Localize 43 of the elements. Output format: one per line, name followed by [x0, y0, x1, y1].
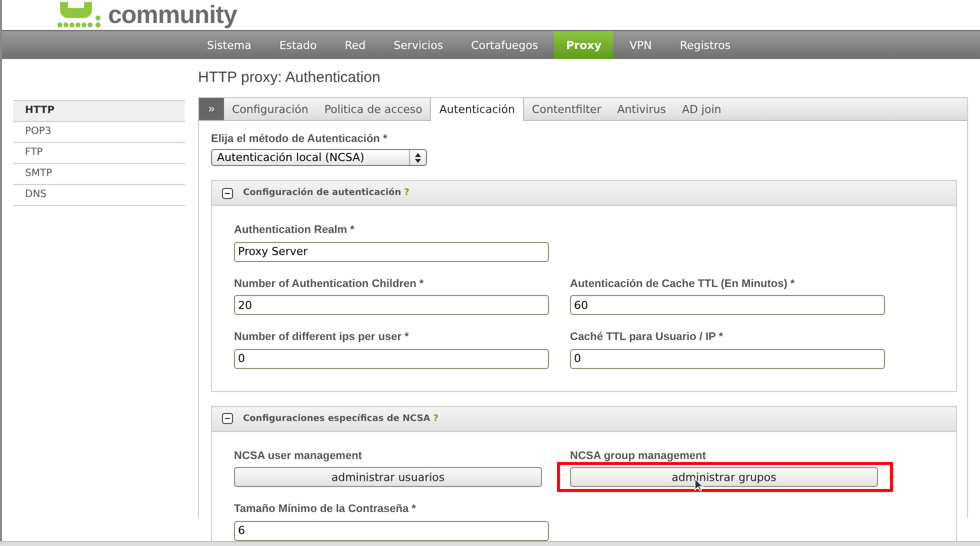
- field-label: Number of different ips per user *: [234, 331, 410, 343]
- tab[interactable]: Politica de acceso: [316, 98, 430, 120]
- toggle-button[interactable]: »: [199, 98, 224, 120]
- method-dropdown[interactable]: Autenticación local (NCSA): [211, 149, 427, 166]
- logo-text: community: [108, 1, 237, 30]
- action-button[interactable]: administrar grupos: [570, 467, 878, 487]
- section-title: Configuración de autenticación: [243, 188, 402, 198]
- tab[interactable]: Autenticación: [430, 98, 524, 121]
- field-label: NCSA group management: [570, 450, 707, 462]
- sidebar-item[interactable]: SMTP: [13, 164, 185, 185]
- action-button[interactable]: administrar usuarios: [234, 467, 542, 487]
- nav-item[interactable]: Registros: [668, 31, 743, 59]
- section-title: Configuraciones específicas de NCSA: [243, 414, 430, 424]
- nav-item[interactable]: Cortafuegos: [459, 31, 550, 59]
- tab[interactable]: Contentfilter: [524, 98, 610, 120]
- field-label: Tamaño Mínimo de la Contraseña *: [234, 503, 417, 515]
- collapse-icon[interactable]: [222, 188, 233, 198]
- sidebar-item[interactable]: HTTP: [13, 100, 185, 122]
- text-field[interactable]: 6: [234, 520, 549, 540]
- nav-item[interactable]: Sistema: [195, 31, 264, 59]
- tab[interactable]: Configuración: [224, 98, 316, 120]
- sidebar-item[interactable]: DNS: [13, 185, 185, 206]
- text-field[interactable]: 0: [234, 348, 549, 368]
- sidebar-item[interactable]: FTP: [13, 143, 185, 164]
- nav-item[interactable]: VPN: [617, 31, 664, 59]
- nav-item[interactable]: Estado: [267, 31, 329, 59]
- field-label: Autenticación de Cache TTL (En Minutos) *: [570, 278, 796, 290]
- text-field[interactable]: Proxy Server: [234, 242, 549, 262]
- text-field[interactable]: 0: [570, 348, 885, 368]
- field-label: Caché TTL para Usuario / IP *: [570, 331, 724, 343]
- field-label: NCSA user management: [234, 450, 363, 462]
- nav-item[interactable]: Servicios: [382, 31, 456, 59]
- nav-item[interactable]: Red: [332, 31, 378, 59]
- page-title: HTTP proxy: Authentication: [198, 68, 382, 88]
- field-label: Authentication Realm *: [234, 224, 356, 236]
- text-field[interactable]: 20: [234, 295, 549, 315]
- sidebar-item[interactable]: POP3: [13, 122, 185, 143]
- field-label: Elija el método de Autenticación *: [211, 133, 388, 145]
- text-field[interactable]: 60: [570, 295, 885, 315]
- tab[interactable]: Antivirus: [609, 98, 674, 120]
- collapse-icon[interactable]: [222, 413, 233, 424]
- tab[interactable]: AD join: [674, 98, 730, 120]
- field-label: Number of Authentication Children *: [234, 278, 425, 290]
